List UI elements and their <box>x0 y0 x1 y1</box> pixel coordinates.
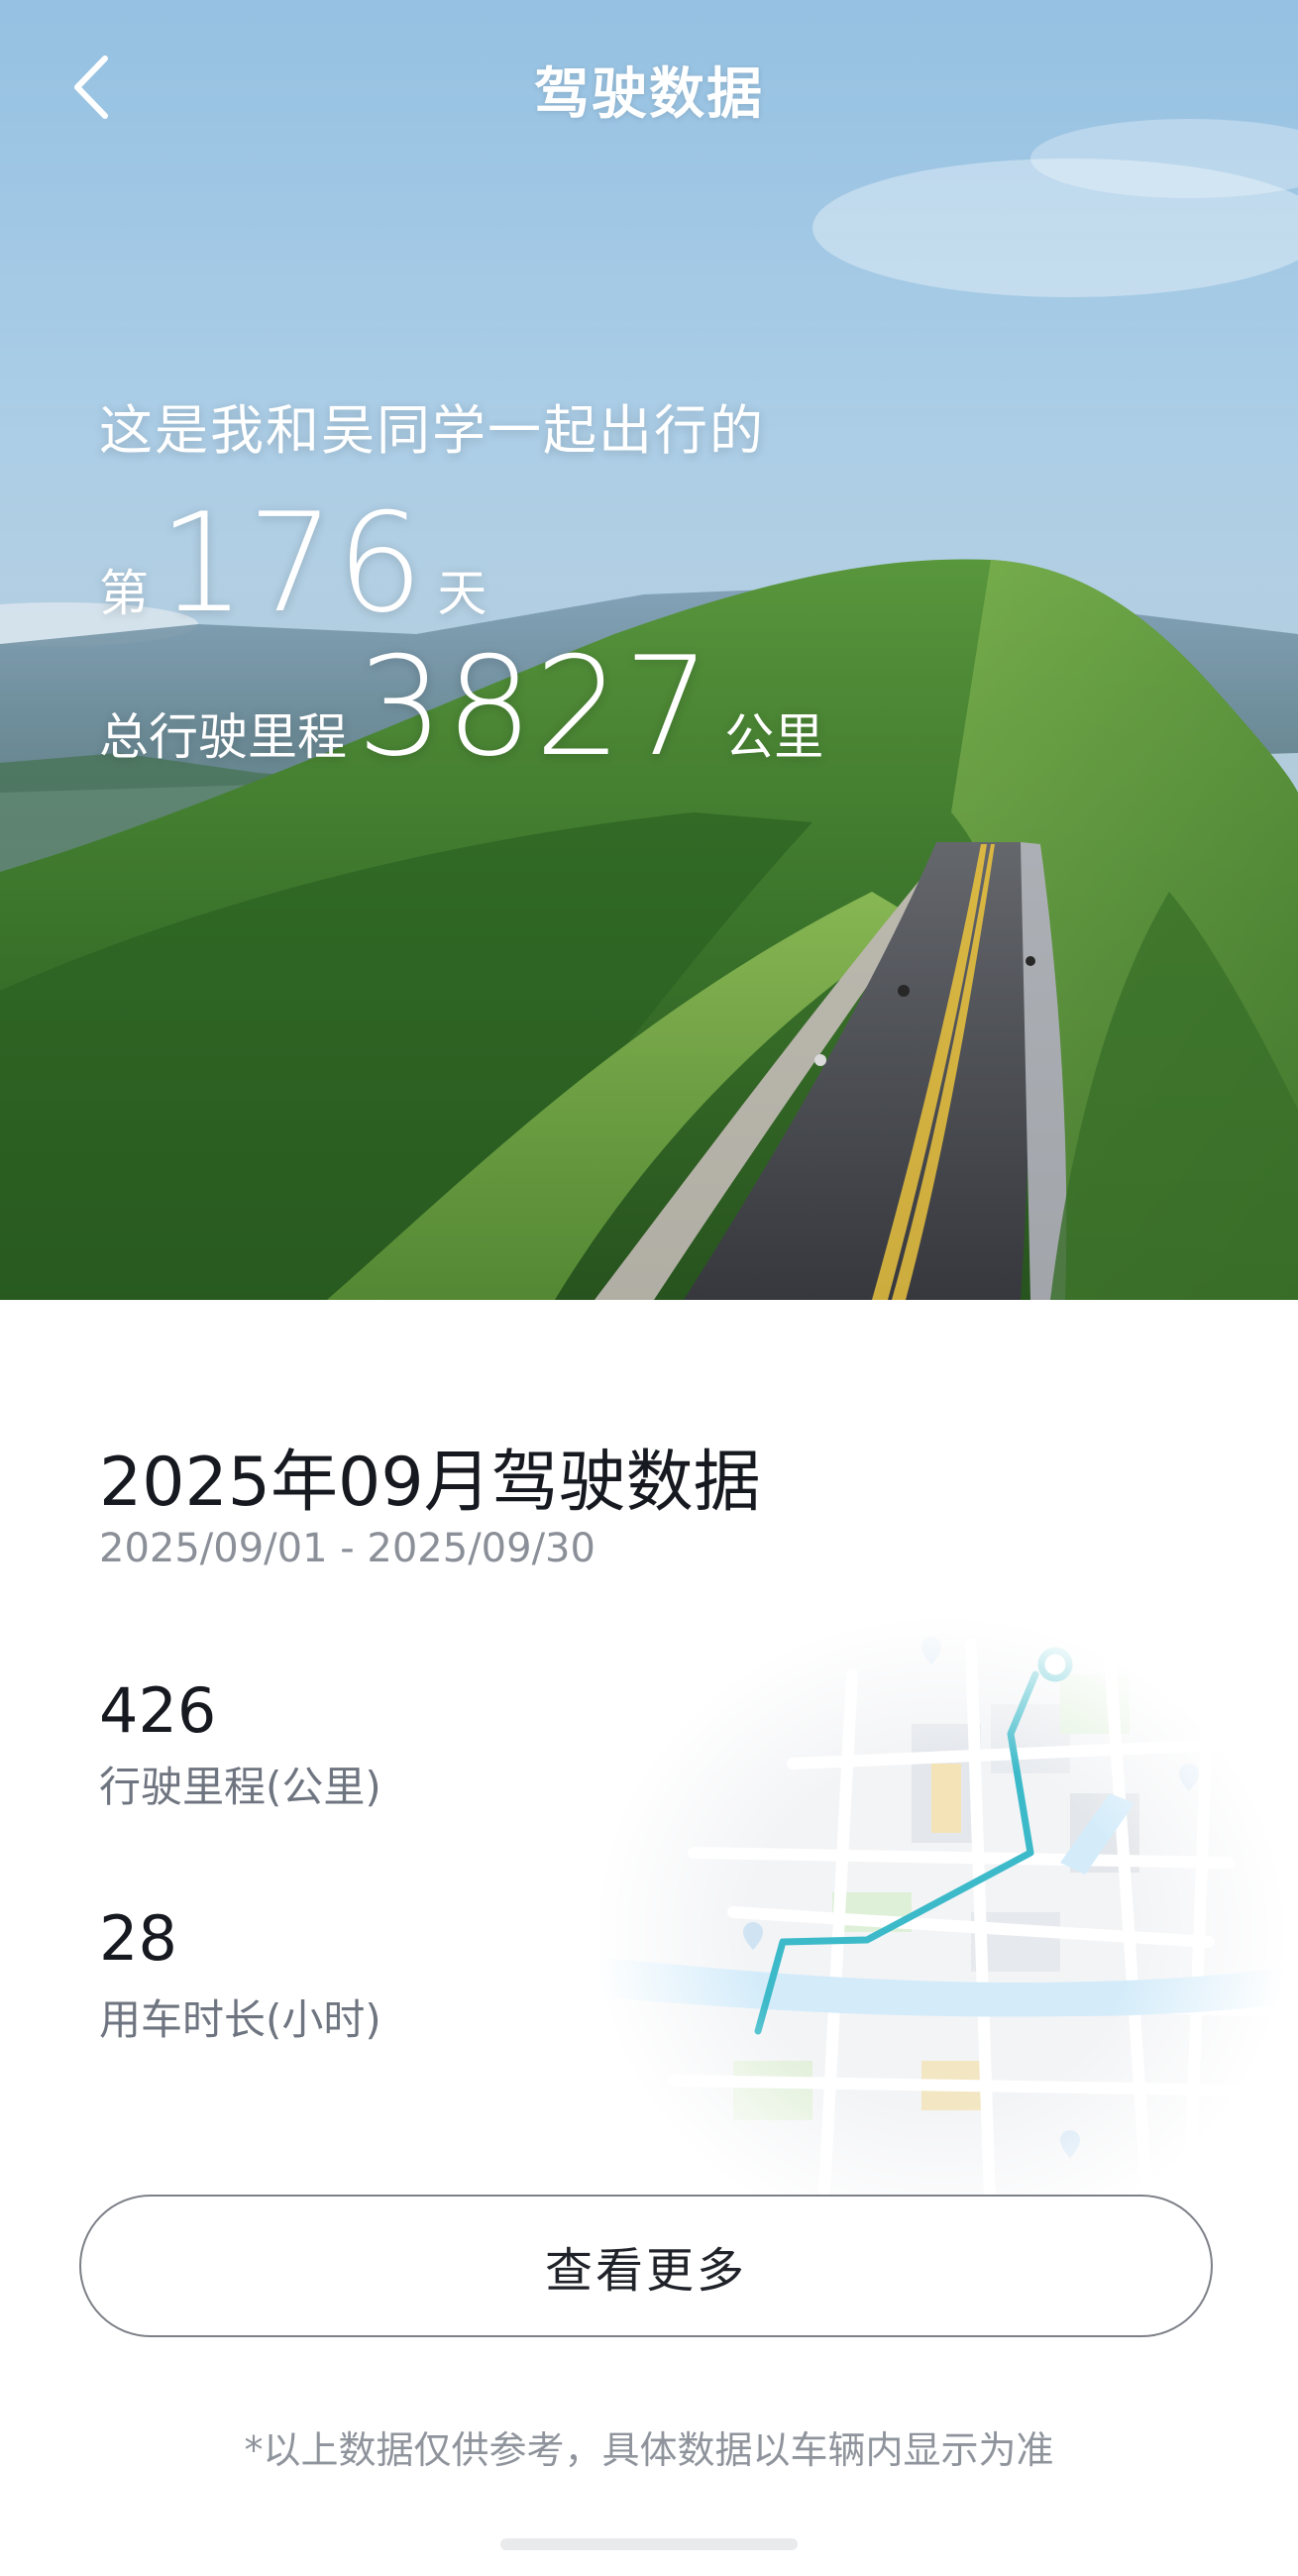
monthly-data-title: 2025年09月驾驶数据 <box>99 1444 761 1522</box>
usage-hours-value: 28 <box>99 1902 177 1975</box>
day-prefix: 第 <box>99 565 149 622</box>
day-suffix: 天 <box>437 565 487 622</box>
usage-hours-label: 用车时长(小时) <box>99 1995 381 2044</box>
mileage-label: 总行驶里程 <box>99 708 347 766</box>
view-more-button[interactable]: 查看更多 <box>79 2195 1213 2337</box>
mileage-unit: 公里 <box>724 708 824 766</box>
home-indicator[interactable] <box>500 2538 798 2550</box>
total-mileage-value: 3827 <box>357 627 713 787</box>
route-map-icon <box>595 1615 1288 2249</box>
hero-banner: 驾驶数据 这是我和吴同学一起出行的 第 176 天 总行驶里程 3827 公里 <box>0 0 1298 1300</box>
day-count-line: 第 176 天 <box>99 495 487 632</box>
total-mileage-line: 总行驶里程 3827 公里 <box>99 639 823 776</box>
page-title: 驾驶数据 <box>534 62 764 127</box>
route-map-illustration <box>595 1615 1288 2249</box>
monthly-distance-value: 426 <box>99 1674 217 1747</box>
date-range: 2025/09/01 - 2025/09/30 <box>99 1526 595 1571</box>
hero-intro-text: 这是我和吴同学一起出行的 <box>99 399 765 462</box>
day-count-value: 176 <box>159 483 426 643</box>
disclaimer-text: *以上数据仅供参考，具体数据以车辆内显示为准 <box>244 2428 1054 2472</box>
monthly-distance-label: 行驶里程(公里) <box>99 1763 381 1811</box>
